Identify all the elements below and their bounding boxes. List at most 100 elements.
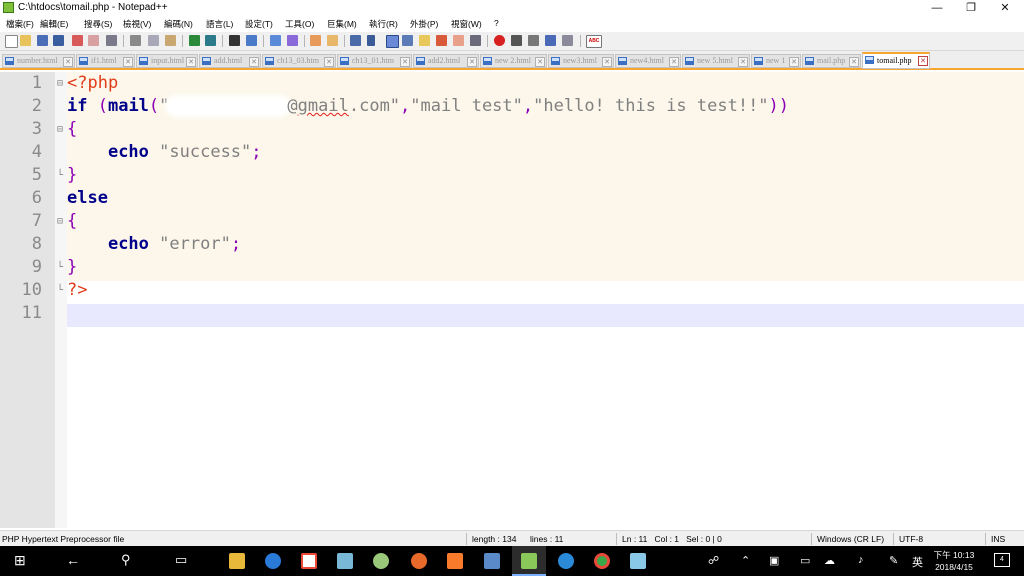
function-list-icon[interactable] xyxy=(436,35,447,46)
tray-expand-icon[interactable]: ⌃ xyxy=(741,554,750,567)
task-view-icon[interactable]: ▭ xyxy=(175,552,187,568)
close-tab-icon[interactable]: ✕ xyxy=(738,57,748,67)
network-icon[interactable]: ▭ xyxy=(800,554,810,567)
run-macro-multiple-icon[interactable] xyxy=(545,35,556,46)
search-icon[interactable]: ⚲ xyxy=(121,552,131,568)
user-lang-icon[interactable] xyxy=(402,35,413,46)
close-tab-icon[interactable]: ✕ xyxy=(186,57,196,67)
tool-icon[interactable] xyxy=(373,553,389,569)
monitor-icon[interactable] xyxy=(470,35,481,46)
menu-file[interactable]: 檔案(F) xyxy=(6,18,34,30)
close-tab-icon[interactable]: ✕ xyxy=(63,57,73,67)
tab-new3-html[interactable]: new3.html ✕ xyxy=(548,54,614,68)
doc-map-icon[interactable] xyxy=(419,35,430,46)
restore-button[interactable]: ❐ xyxy=(954,0,988,16)
tab-new-5-html[interactable]: new 5.html ✕ xyxy=(682,54,750,68)
notes-icon[interactable] xyxy=(630,553,646,569)
notification-center-icon[interactable]: 4 xyxy=(994,553,1010,567)
fold-minus-icon[interactable]: ⊟ xyxy=(57,118,63,141)
tab-ch13-03-htm[interactable]: ch13_03.htm ✕ xyxy=(262,54,336,68)
close-icon[interactable] xyxy=(72,35,83,46)
google-icon[interactable] xyxy=(301,553,317,569)
status-eol[interactable]: Windows (CR LF) xyxy=(817,534,884,544)
save-all-icon[interactable] xyxy=(53,35,64,46)
tab-mail-php[interactable]: mail.php ✕ xyxy=(802,54,861,68)
back-icon[interactable]: ← xyxy=(66,552,80,568)
people-icon[interactable]: ☍ xyxy=(708,554,719,567)
word-wrap-icon[interactable] xyxy=(350,35,361,46)
edge-icon[interactable] xyxy=(558,553,574,569)
paste-icon[interactable] xyxy=(165,35,176,46)
chrome-like-icon[interactable] xyxy=(265,553,281,569)
copy-icon[interactable] xyxy=(148,35,159,46)
zoom-in-icon[interactable] xyxy=(270,35,281,46)
open-file-icon[interactable] xyxy=(20,35,31,46)
tab-input-html[interactable]: input.html ✕ xyxy=(136,54,198,68)
tab-add2-html[interactable]: add2.html ✕ xyxy=(413,54,479,68)
tab-new4-html[interactable]: new4.html ✕ xyxy=(615,54,681,68)
tab-ch13-01-htm[interactable]: ch13_01.htm ✕ xyxy=(337,54,412,68)
tab-new-2-html[interactable]: new 2.html ✕ xyxy=(480,54,547,68)
close-tab-icon[interactable]: ✕ xyxy=(467,57,477,67)
menu-macro[interactable]: 巨集(M) xyxy=(327,18,357,30)
close-tab-icon[interactable]: ✕ xyxy=(918,56,928,66)
close-tab-icon[interactable]: ✕ xyxy=(789,57,799,67)
fold-minus-icon[interactable]: ⊟ xyxy=(57,72,63,95)
tab-tomail-php[interactable]: tomail.php ✕ xyxy=(862,52,930,69)
tab-add-html[interactable]: add.html ✕ xyxy=(199,54,261,68)
onedrive-icon[interactable]: ☁ xyxy=(824,554,835,567)
close-button[interactable]: ✕ xyxy=(988,0,1022,16)
device-icon[interactable]: ▣ xyxy=(769,554,779,567)
chrome-icon[interactable] xyxy=(594,553,610,569)
close-tab-icon[interactable]: ✕ xyxy=(400,57,410,67)
save-icon[interactable] xyxy=(37,35,48,46)
undo-icon[interactable] xyxy=(189,35,200,46)
print-icon[interactable] xyxy=(106,35,117,46)
menu-settings[interactable]: 設定(T) xyxy=(245,18,273,30)
play-macro-icon[interactable] xyxy=(528,35,539,46)
menu-window[interactable]: 視窗(W) xyxy=(451,18,482,30)
close-tab-icon[interactable]: ✕ xyxy=(669,57,679,67)
input-language[interactable]: 英 xyxy=(912,554,923,570)
sync-horizontal-icon[interactable] xyxy=(327,35,338,46)
folder-workspace-icon[interactable] xyxy=(453,35,464,46)
menu-search[interactable]: 搜尋(S) xyxy=(84,18,112,30)
minimize-button[interactable]: — xyxy=(920,0,954,16)
sync-vertical-icon[interactable] xyxy=(310,35,321,46)
code-editor[interactable]: 1 2 3 4 5 6 7 8 9 10 11 ⊟ ⊟ └ ⊟ └ └ <?ph… xyxy=(0,72,1024,528)
close-all-icon[interactable] xyxy=(88,35,99,46)
close-tab-icon[interactable]: ✕ xyxy=(602,57,612,67)
menu-run[interactable]: 執行(R) xyxy=(369,18,398,30)
virtualbox-icon[interactable] xyxy=(484,553,500,569)
close-tab-icon[interactable]: ✕ xyxy=(249,57,259,67)
menu-language[interactable]: 語言(L) xyxy=(206,18,233,30)
menu-encoding[interactable]: 編碼(N) xyxy=(164,18,193,30)
replace-icon[interactable] xyxy=(246,35,257,46)
close-tab-icon[interactable]: ✕ xyxy=(324,57,334,67)
close-tab-icon[interactable]: ✕ xyxy=(535,57,545,67)
menu-tools[interactable]: 工具(O) xyxy=(285,18,314,30)
menu-edit[interactable]: 編輯(E) xyxy=(40,18,68,30)
notepad-icon[interactable] xyxy=(337,553,353,569)
tab-number-html[interactable]: number.html ✕ xyxy=(2,54,75,68)
close-tab-icon[interactable]: ✕ xyxy=(123,57,133,67)
taskbar-clock[interactable]: 下午 10:13 2018/4/15 xyxy=(931,549,977,573)
status-insert-mode[interactable]: INS xyxy=(991,534,1005,544)
pen-icon[interactable]: ✎ xyxy=(889,554,898,567)
fold-minus-icon[interactable]: ⊟ xyxy=(57,210,63,233)
new-file-icon[interactable] xyxy=(5,35,18,48)
find-icon[interactable] xyxy=(229,35,240,46)
file-explorer-icon[interactable] xyxy=(229,553,245,569)
tab-if1-html[interactable]: if1.html ✕ xyxy=(76,54,135,68)
save-macro-icon[interactable] xyxy=(562,35,573,46)
notepadpp-icon[interactable] xyxy=(521,553,537,569)
menu-view[interactable]: 檢視(V) xyxy=(123,18,151,30)
windows-start-icon[interactable]: ⊞ xyxy=(14,552,26,569)
stop-macro-icon[interactable] xyxy=(511,35,522,46)
firefox-icon[interactable] xyxy=(411,553,427,569)
tab-new-1[interactable]: new 1 ✕ xyxy=(751,54,801,68)
redo-icon[interactable] xyxy=(205,35,216,46)
menu-help[interactable]: ? xyxy=(494,18,499,28)
spell-check-icon[interactable]: ABC xyxy=(586,35,602,48)
status-encoding[interactable]: UTF-8 xyxy=(899,534,923,544)
